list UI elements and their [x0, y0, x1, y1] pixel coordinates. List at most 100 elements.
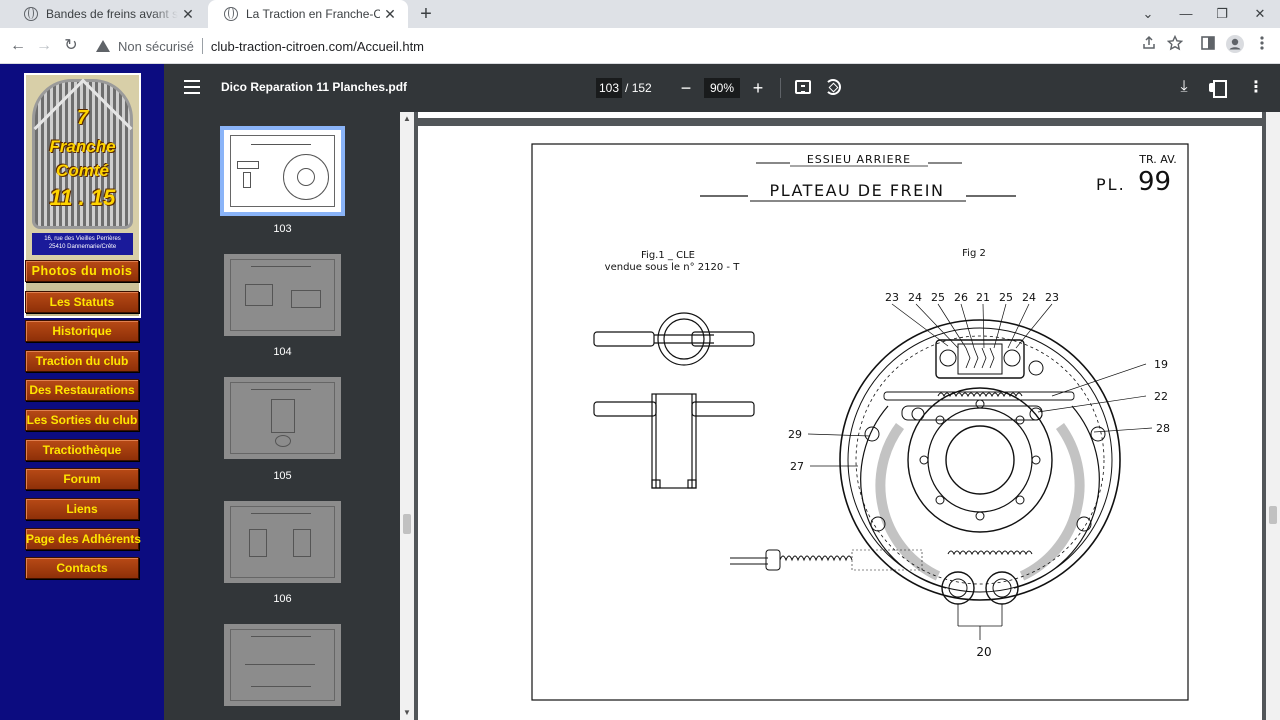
- thumb-line: [251, 686, 311, 687]
- thumb-line: [251, 266, 311, 267]
- pdf-page: ESSIEU ARRIERE PLATEAU DE FREIN TR. AV. …: [418, 126, 1262, 720]
- page-number-input[interactable]: 103: [596, 78, 622, 98]
- tab-title: Bandes de freins avant sens de m: [46, 7, 178, 21]
- sidebar-icon[interactable]: [1196, 34, 1220, 58]
- menu-historique[interactable]: Historique: [25, 320, 139, 342]
- reload-button[interactable]: ↻: [59, 34, 83, 58]
- thumbnail-scrollbar[interactable]: ▲ ▼: [400, 112, 414, 720]
- scrollbar-thumb[interactable]: [403, 514, 411, 534]
- thumbnail-label: 103: [273, 223, 292, 235]
- hamburger-menu-icon[interactable]: [184, 80, 200, 94]
- scroll-up-arrow-icon[interactable]: ▲: [402, 114, 412, 124]
- thumbnail-preview: [230, 382, 335, 454]
- scroll-down-arrow-icon[interactable]: ▼: [402, 708, 412, 718]
- menu-icon[interactable]: [1250, 34, 1274, 58]
- ref-line: TR. AV.: [1138, 153, 1176, 166]
- new-tab-button[interactable]: +: [414, 2, 438, 26]
- thumbnail-label: 106: [273, 593, 292, 605]
- callout-28: 28: [1156, 422, 1170, 435]
- globe-icon: [224, 7, 238, 21]
- menu-les-statuts[interactable]: Les Statuts: [25, 291, 139, 313]
- key-side-view: [593, 393, 755, 489]
- fig1-title: Fig.1 _ CLE: [641, 250, 695, 261]
- star-icon[interactable]: [1163, 34, 1187, 58]
- more-options-icon[interactable]: ⋮: [1248, 78, 1264, 98]
- thumb-shape: [297, 168, 315, 186]
- zoom-input[interactable]: 90%: [704, 78, 740, 98]
- scrollbar-thumb[interactable]: [1269, 506, 1277, 524]
- menu-des-restaurations[interactable]: Des Restaurations: [25, 379, 139, 401]
- menu-tractiotheque[interactable]: Tractiothèque: [25, 439, 139, 461]
- pdf-document-area[interactable]: ESSIEU ARRIERE PLATEAU DE FREIN TR. AV. …: [414, 112, 1266, 720]
- maximize-button[interactable]: ❐: [1202, 0, 1242, 28]
- zoom-in-button[interactable]: +: [750, 76, 766, 100]
- fig1-sub: vendue sous le n° 2120 - T: [605, 262, 741, 273]
- thumb-shape: [249, 529, 267, 557]
- security-label[interactable]: Non sécurisé: [118, 39, 194, 54]
- menu-forum[interactable]: Forum: [25, 468, 139, 490]
- address-line-2: 25410 Dannemarie/Crête: [48, 244, 117, 250]
- menu-les-sorties-du-club[interactable]: Les Sorties du club: [25, 409, 139, 431]
- address-line-1: 16, rue des Vieilles Perrières: [44, 236, 121, 242]
- menu-page-des-adherents[interactable]: Page des Adhérents: [25, 528, 141, 550]
- fit-page-icon[interactable]: [795, 80, 811, 94]
- zoom-out-button[interactable]: −: [678, 76, 694, 100]
- address-bar: ← → ↻ Non sécurisé club-traction-citroen…: [0, 28, 1280, 64]
- thumb-shape: [243, 172, 251, 188]
- thumbnail-page-103[interactable]: [220, 126, 345, 216]
- menu-traction-du-club[interactable]: Traction du club: [25, 350, 139, 372]
- print-icon[interactable]: [1209, 78, 1227, 98]
- menu-photos-du-mois[interactable]: Photos du mois: [25, 260, 139, 282]
- callout: 21: [976, 291, 990, 304]
- callout-19: 19: [1154, 358, 1168, 371]
- share-icon[interactable]: [1137, 34, 1161, 58]
- thumb-line: [251, 389, 311, 390]
- download-icon[interactable]: ⤓: [1176, 78, 1192, 98]
- menu-liens[interactable]: Liens: [25, 498, 139, 520]
- top-callouts: 23 24 25 26 21 25 24 23: [885, 291, 1059, 304]
- callout-22: 22: [1154, 390, 1168, 403]
- thumbnail-page-104[interactable]: [224, 254, 341, 336]
- callout-20: 20: [976, 645, 991, 659]
- thumb-line: [251, 636, 311, 637]
- thumbnail-preview: [230, 135, 335, 207]
- pdf-title: Dico Reparation 11 Planches.pdf: [221, 80, 408, 94]
- plate-number: 99: [1138, 167, 1171, 197]
- thumbnail-page-107[interactable]: [224, 624, 341, 706]
- page-count: / 152: [625, 81, 652, 95]
- previous-page-edge: [418, 112, 1262, 118]
- thumbnail-page-106[interactable]: [224, 501, 341, 583]
- profile-icon[interactable]: [1223, 34, 1247, 58]
- tab-traction-franche-comte[interactable]: La Traction en Franche-Comté ✕: [208, 0, 408, 28]
- callout: 23: [885, 291, 899, 304]
- logo-models: 11 . 15: [49, 185, 116, 210]
- close-icon[interactable]: ✕: [178, 6, 198, 23]
- close-window-button[interactable]: ✕: [1240, 0, 1280, 28]
- plate-prefix: PL.: [1096, 175, 1126, 194]
- minimize-button[interactable]: —: [1166, 0, 1206, 28]
- forward-button[interactable]: →: [32, 34, 56, 58]
- close-icon[interactable]: ✕: [380, 6, 400, 23]
- callout-27: 27: [790, 460, 804, 473]
- key-top-view: [593, 312, 755, 366]
- thumbnail-label: 104: [273, 346, 292, 358]
- tab-bandes-de-freins[interactable]: Bandes de freins avant sens de m ✕: [8, 0, 206, 28]
- thumb-shape: [237, 161, 259, 169]
- thumb-shape: [291, 290, 321, 308]
- thumbnail-pane: 103 104 105 106: [164, 112, 400, 720]
- document-scrollbar[interactable]: [1266, 112, 1280, 720]
- tab-bar: Bandes de freins avant sens de m ✕ La Tr…: [0, 0, 1280, 28]
- warning-icon[interactable]: [96, 40, 110, 52]
- omnibox[interactable]: Non sécurisé club-traction-citroen.com/A…: [88, 32, 1132, 60]
- back-button[interactable]: ←: [6, 34, 30, 58]
- thumb-shape: [271, 399, 295, 433]
- menu-contacts[interactable]: Contacts: [25, 557, 139, 579]
- tab-search-button[interactable]: ⌄: [1128, 0, 1168, 28]
- brake-plate-drawing: ESSIEU ARRIERE PLATEAU DE FREIN TR. AV. …: [531, 143, 1189, 701]
- url-text[interactable]: club-traction-citroen.com/Accueil.htm: [211, 39, 424, 54]
- club-address: 16, rue des Vieilles Perrières 25410 Dan…: [32, 233, 133, 255]
- rotate-icon[interactable]: [825, 79, 841, 95]
- thumbnail-preview: [230, 629, 335, 701]
- thumbnail-page-105[interactable]: [224, 377, 341, 459]
- thumbnail-label: 105: [273, 470, 292, 482]
